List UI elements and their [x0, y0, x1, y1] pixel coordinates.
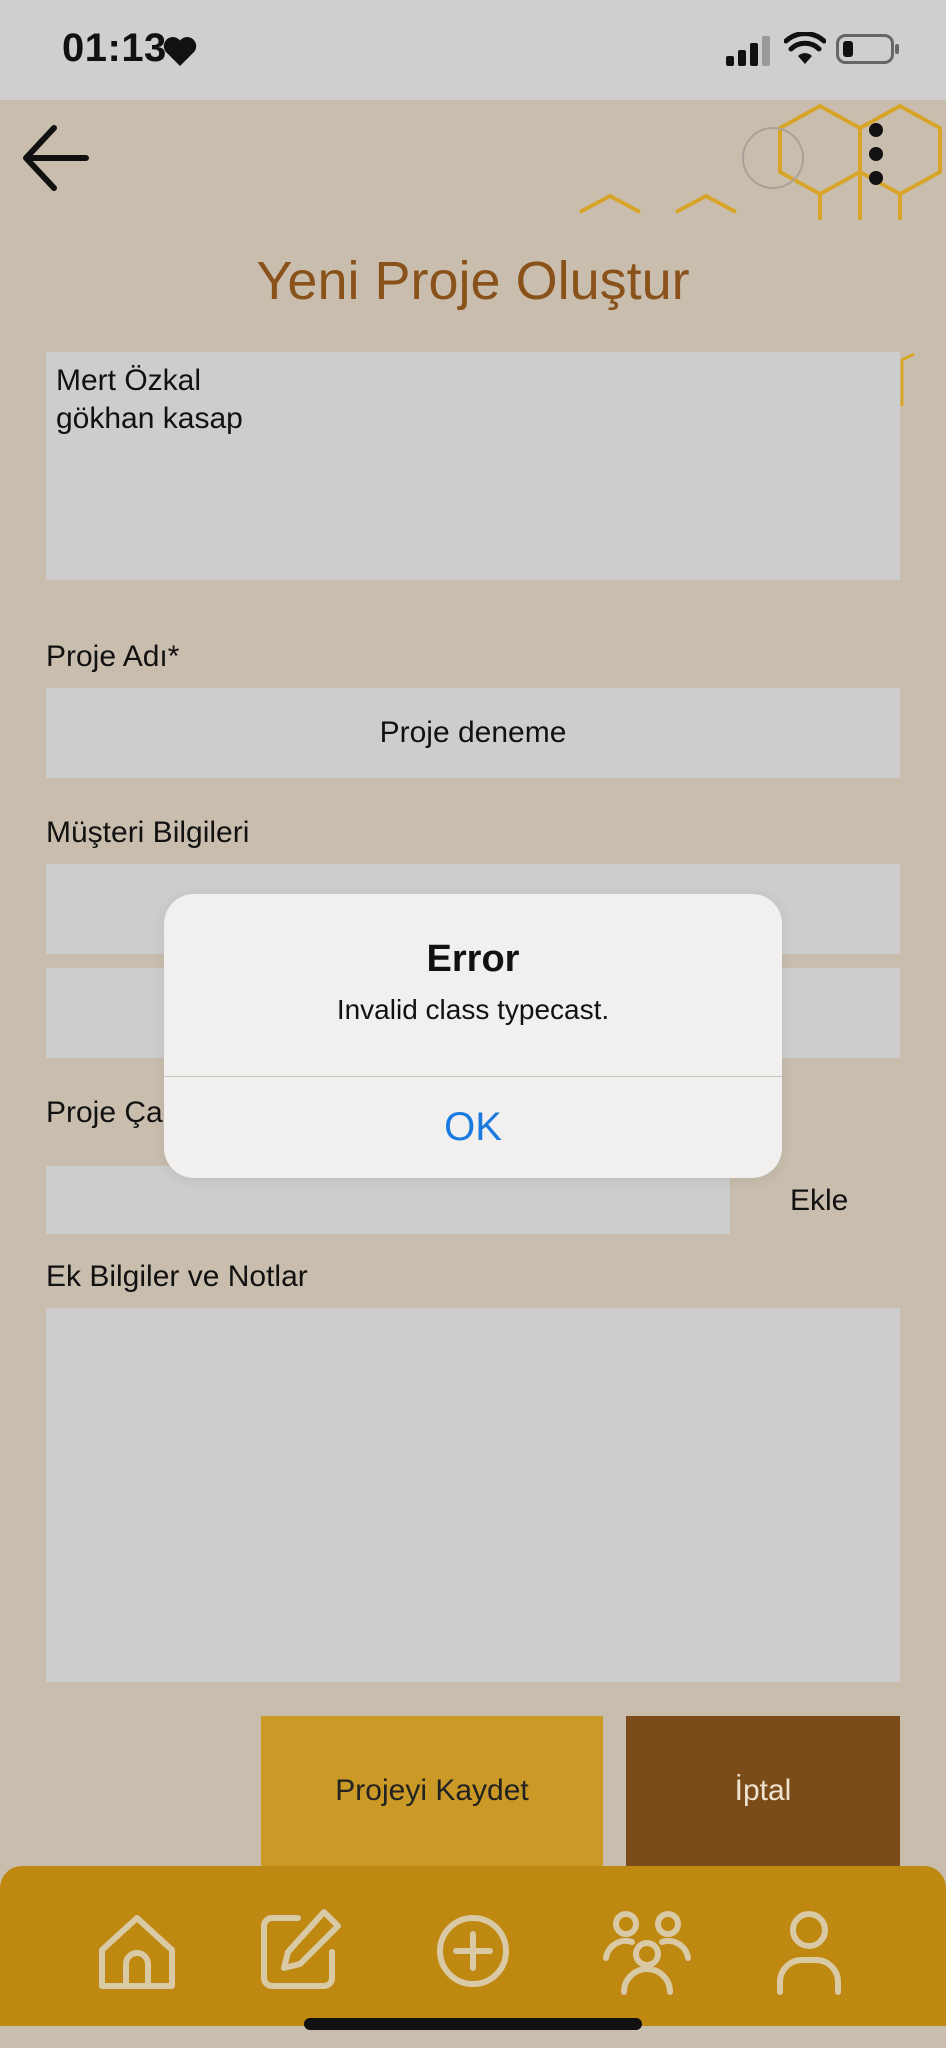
alert-ok-button[interactable]: OK — [164, 1077, 782, 1178]
error-alert-dialog: Error Invalid class typecast. OK — [164, 894, 782, 1178]
alert-message: Invalid class typecast. — [336, 994, 610, 1025]
alert-title: Error — [426, 938, 520, 980]
